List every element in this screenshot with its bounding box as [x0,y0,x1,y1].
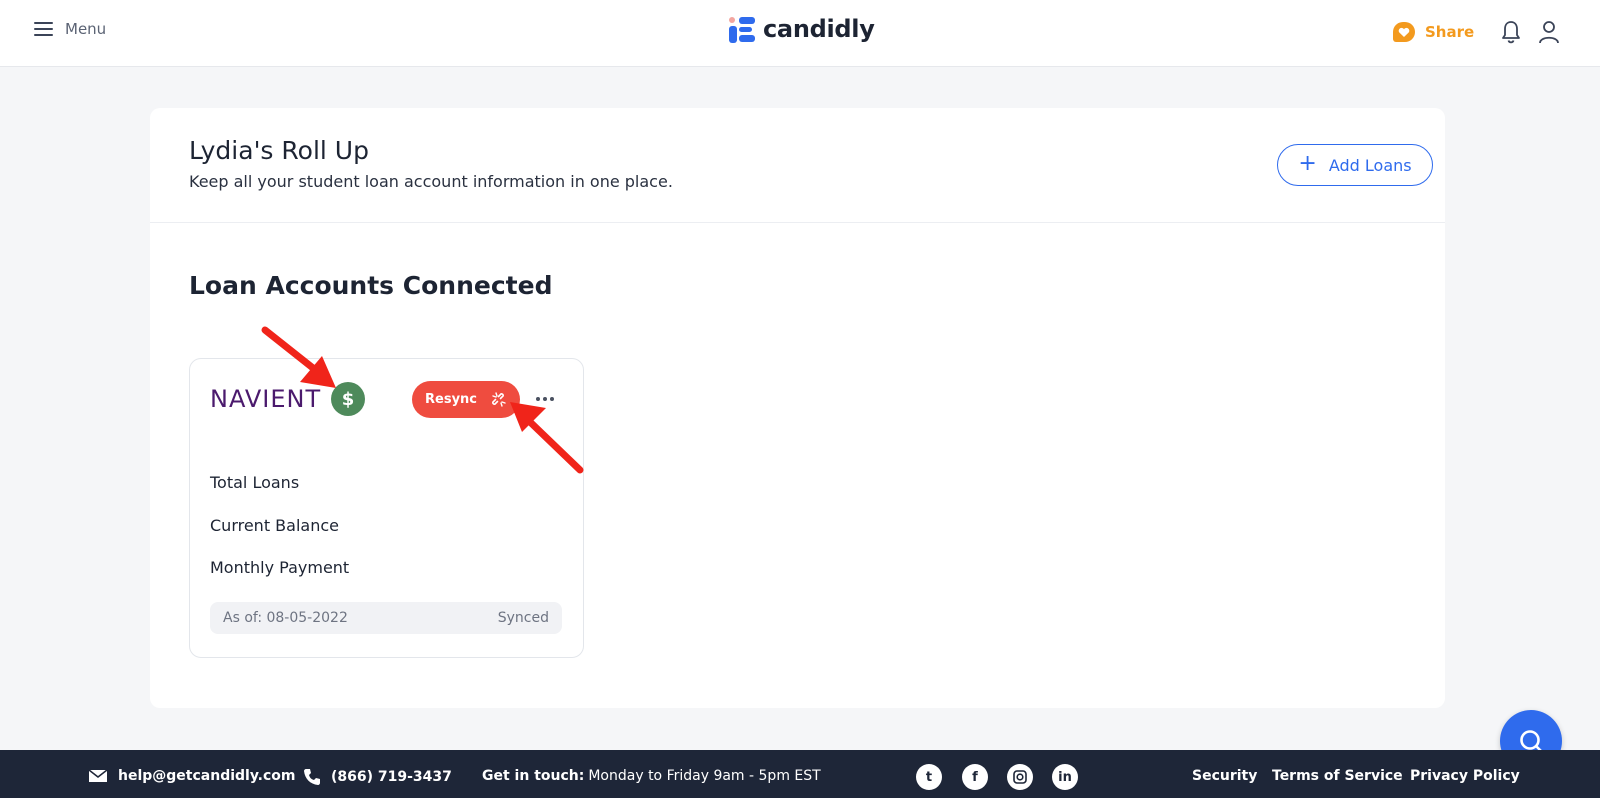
total-loans-label: Total Loans [210,473,300,492]
as-of-date: As of: 08-05-2022 [223,610,348,626]
footer-email-text: help@getcandidly.com [118,768,296,784]
resync-label: Resync [425,392,477,407]
footer-email[interactable]: help@getcandidly.com [88,768,296,784]
candidly-logo[interactable]: candidly [729,15,875,43]
facebook-icon[interactable]: f [962,764,988,790]
share-label: Share [1425,23,1475,41]
sync-status-bar: As of: 08-05-2022 Synced [210,602,562,634]
candidly-logo-icon [729,15,755,43]
sync-status: Synced [497,610,549,626]
hamburger-icon [34,22,53,36]
dollar-badge-icon[interactable]: $ [331,382,365,416]
plus-icon: + [1298,151,1317,176]
more-options-icon[interactable] [531,385,559,413]
loan-account-card: NAVIENT $ Resync Total Loans Current Bal… [189,358,584,658]
contact-hours: Monday to Friday 9am - 5pm EST [588,768,821,784]
card-header: Lydia's Roll Up Keep all your student lo… [150,108,1445,223]
top-navigation-bar: Menu candidly Share [0,0,1600,67]
footer-contact-hours: Get in touch: Monday to Friday 9am - 5pm… [482,768,821,784]
resync-button[interactable]: Resync [412,381,520,418]
footer-link-terms[interactable]: Terms of Service [1272,768,1403,784]
contact-label: Get in touch: [482,768,585,784]
roll-up-card: Lydia's Roll Up Keep all your student lo… [150,108,1445,708]
dollar-symbol: $ [341,388,355,410]
monthly-payment-label: Monthly Payment [210,558,350,577]
footer-phone[interactable]: (866) 719-3437 [303,768,452,786]
footer-phone-text: (866) 719-3437 [331,769,452,785]
user-profile-icon[interactable] [1537,19,1561,45]
instagram-icon[interactable] [1007,764,1033,790]
menu-label: Menu [65,20,107,38]
add-loans-button[interactable]: + Add Loans [1277,144,1433,186]
servicer-logo: NAVIENT [210,385,322,413]
section-title: Loan Accounts Connected [189,271,553,300]
share-button[interactable]: Share [1393,22,1474,42]
broken-link-icon [492,391,506,407]
current-balance-label: Current Balance [210,516,339,535]
page-subtitle: Keep all your student loan account infor… [189,172,673,191]
linkedin-icon[interactable]: in [1052,764,1078,790]
footer: help@getcandidly.com (866) 719-3437 Get … [0,750,1600,798]
logo-wordmark: candidly [763,15,875,43]
twitter-icon[interactable]: t [916,764,942,790]
phone-icon [304,769,320,785]
notifications-bell-icon[interactable] [1500,20,1522,44]
heart-chat-icon [1393,22,1415,42]
footer-link-security[interactable]: Security [1192,768,1257,784]
envelope-icon [88,769,108,782]
footer-link-privacy[interactable]: Privacy Policy [1410,768,1520,784]
page-title: Lydia's Roll Up [189,136,369,165]
add-loans-label: Add Loans [1328,155,1412,175]
menu-button[interactable]: Menu [34,20,106,38]
